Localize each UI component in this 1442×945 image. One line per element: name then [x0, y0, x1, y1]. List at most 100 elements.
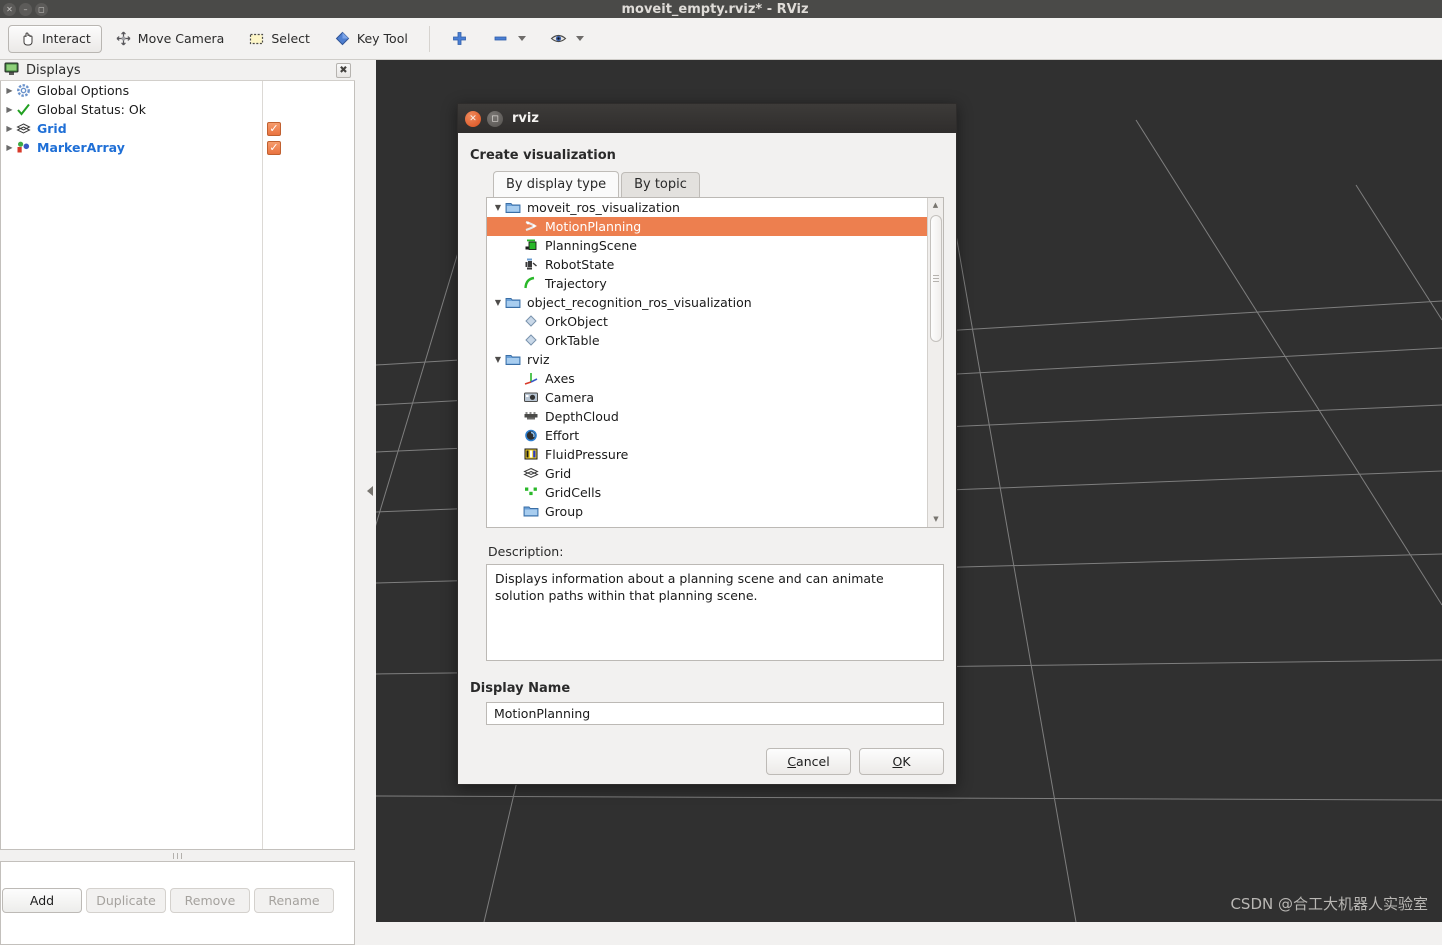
display-visibility-checkbox[interactable]: ✓ — [267, 121, 281, 136]
display-item-label: Grid — [37, 121, 67, 136]
description-text: Displays information about a planning sc… — [486, 564, 944, 661]
rename-button[interactable]: Rename — [254, 888, 334, 913]
grid-cells-icon — [523, 485, 540, 500]
display-item-global-options[interactable]: ▶ Global Options — [1, 81, 354, 100]
view-tool-button[interactable] — [539, 25, 595, 53]
display-name-input[interactable]: MotionPlanning — [486, 702, 944, 725]
effort-icon — [523, 428, 540, 443]
folder-icon — [505, 352, 522, 367]
camera-icon — [523, 390, 540, 405]
tree-item-depth-cloud[interactable]: DepthCloud — [487, 407, 943, 426]
tree-folder-rviz[interactable]: ▼ rviz — [487, 350, 943, 369]
collapse-arrow-icon[interactable]: ▼ — [491, 203, 505, 212]
tree-item-trajectory[interactable]: Trajectory — [487, 274, 943, 293]
tree-item-ork-object[interactable]: OrkObject — [487, 312, 943, 331]
chevron-down-icon[interactable] — [575, 36, 584, 41]
tool-interact-label: Interact — [42, 31, 91, 46]
dialog-heading: Create visualization — [470, 148, 616, 163]
display-type-tree[interactable]: ▼ moveit_ros_visualization MotionPlannin… — [486, 197, 944, 528]
remove-button[interactable]: Remove — [170, 888, 250, 913]
display-item-label: MarkerArray — [37, 140, 125, 155]
cancel-button[interactable]: Cancel — [766, 748, 851, 775]
display-item-label: Global Options — [37, 83, 130, 98]
expand-arrow-icon[interactable]: ▶ — [3, 143, 16, 152]
tab-by-display-type[interactable]: By display type — [493, 171, 620, 197]
close-icon[interactable]: ✖ — [336, 62, 351, 78]
dialog-footer: Cancel OK — [766, 748, 944, 775]
marker-array-icon — [16, 140, 33, 155]
duplicate-button[interactable]: Duplicate — [86, 888, 166, 913]
tree-item-label: object_recognition_ros_visualization — [527, 295, 752, 310]
tree-item-label: Trajectory — [545, 276, 607, 291]
window-minimize-icon[interactable]: – — [19, 2, 32, 16]
tree-folder-moveit-ros-visualization[interactable]: ▼ moveit_ros_visualization — [487, 198, 943, 217]
key-tool-icon — [334, 30, 351, 47]
tool-key-tool[interactable]: Key Tool — [323, 25, 419, 53]
tree-item-label: FluidPressure — [545, 447, 629, 462]
displays-dock: Displays ✖ ▶ Global Options ▶ Global Sta… — [0, 60, 355, 945]
tree-item-camera[interactable]: Camera — [487, 388, 943, 407]
tree-scrollbar[interactable]: ▲ ▼ — [927, 198, 943, 527]
tree-item-label: Effort — [545, 428, 580, 443]
eye-icon — [550, 30, 567, 47]
tree-item-grid[interactable]: Grid — [487, 464, 943, 483]
remove-tool-button[interactable] — [481, 25, 537, 53]
tree-item-robot-state[interactable]: RobotState — [487, 255, 943, 274]
tool-move-camera[interactable]: Move Camera — [104, 25, 236, 53]
tab-by-topic[interactable]: By topic — [621, 172, 700, 197]
tree-item-motion-planning[interactable]: MotionPlanning — [487, 217, 943, 236]
expand-arrow-icon[interactable]: ▶ — [3, 86, 16, 95]
select-icon — [248, 30, 265, 47]
tree-item-ork-table[interactable]: OrkTable — [487, 331, 943, 350]
folder-icon — [505, 200, 522, 215]
tree-item-group[interactable]: Group — [487, 502, 943, 521]
tree-item-effort[interactable]: Effort — [487, 426, 943, 445]
scroll-up-icon[interactable]: ▲ — [928, 198, 943, 213]
display-item-grid[interactable]: ▶ Grid ✓ — [1, 119, 354, 138]
tree-item-label: Group — [545, 504, 584, 519]
scrollbar-thumb[interactable] — [930, 215, 942, 342]
tree-column-separator — [262, 81, 263, 849]
collapse-arrow-icon[interactable]: ▼ — [491, 298, 505, 307]
panel-splitter[interactable] — [0, 850, 355, 861]
dialog-maximize-icon[interactable]: ◻ — [487, 110, 503, 127]
window-close-icon[interactable]: ✕ — [3, 2, 16, 16]
dialog-close-icon[interactable]: ✕ — [465, 110, 481, 127]
tree-item-label: PlanningScene — [545, 238, 637, 253]
tree-item-axes[interactable]: Axes — [487, 369, 943, 388]
chevron-down-icon[interactable] — [517, 36, 526, 41]
tree-item-label: RobotState — [545, 257, 615, 272]
planning-scene-icon — [523, 238, 540, 253]
add-button[interactable]: Add — [2, 888, 82, 913]
display-item-global-status[interactable]: ▶ Global Status: Ok — [1, 100, 354, 119]
move-camera-icon — [115, 30, 132, 47]
tree-item-grid-cells[interactable]: GridCells — [487, 483, 943, 502]
collapse-arrow-icon[interactable]: ▼ — [491, 355, 505, 364]
window-maximize-icon[interactable]: ◻ — [35, 2, 48, 16]
fluid-pressure-icon — [523, 447, 540, 462]
watermark-text: CSDN @合工大机器人实验室 — [1230, 895, 1428, 913]
expand-arrow-icon[interactable]: ▶ — [3, 124, 16, 133]
displays-tree[interactable]: ▶ Global Options ▶ Global Status: Ok ▶ G… — [0, 81, 355, 850]
tree-item-label: Axes — [545, 371, 575, 386]
dialog-titlebar: ✕ ◻ rviz — [458, 104, 956, 133]
scroll-down-icon[interactable]: ▼ — [928, 512, 943, 527]
tree-item-fluid-pressure[interactable]: FluidPressure — [487, 445, 943, 464]
ok-button[interactable]: OK — [859, 748, 944, 775]
chevron-left-icon — [366, 486, 373, 496]
display-item-label: Global Status: Ok — [37, 102, 146, 117]
tree-folder-object-recognition-ros-visualization[interactable]: ▼ object_recognition_ros_visualization — [487, 293, 943, 312]
expand-arrow-icon[interactable]: ▶ — [3, 105, 16, 114]
tree-item-planning-scene[interactable]: PlanningScene — [487, 236, 943, 255]
tree-item-label: Camera — [545, 390, 595, 405]
window-title: moveit_empty.rviz* - RViz — [621, 1, 809, 17]
display-item-marker-array[interactable]: ▶ MarkerArray ✓ — [1, 138, 354, 157]
tool-select[interactable]: Select — [237, 25, 321, 53]
minus-icon — [492, 30, 509, 47]
display-visibility-checkbox[interactable]: ✓ — [267, 140, 281, 155]
viewport-collapse-handle[interactable] — [363, 60, 376, 922]
dialog-tabs: By display type By topic — [493, 171, 946, 197]
displays-panel-title: Displays — [26, 62, 81, 78]
add-tool-button[interactable] — [440, 25, 479, 53]
tool-interact[interactable]: Interact — [8, 24, 102, 53]
